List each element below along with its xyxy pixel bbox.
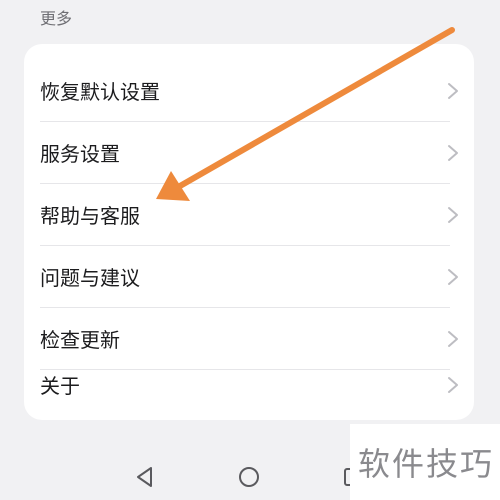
- chevron-right-icon: [448, 331, 458, 347]
- menu-item-label: 服务设置: [40, 142, 120, 166]
- chevron-right-icon: [448, 269, 458, 285]
- menu-item-label: 恢复默认设置: [40, 80, 160, 104]
- chevron-right-icon: [448, 145, 458, 161]
- more-settings-card: 恢复默认设置 服务设置 帮助与客服 问题与建议 检查更新 关于: [24, 44, 474, 420]
- back-icon[interactable]: [132, 464, 158, 490]
- chevron-right-icon: [448, 83, 458, 99]
- menu-item-label: 关于: [40, 374, 80, 398]
- menu-item-about[interactable]: 关于: [24, 354, 474, 416]
- chevron-right-icon: [448, 377, 458, 393]
- watermark: 软件技巧: [350, 424, 500, 500]
- chevron-right-icon: [448, 207, 458, 223]
- menu-item-label: 检查更新: [40, 328, 120, 352]
- menu-item-help-support[interactable]: 帮助与客服: [24, 184, 474, 246]
- section-title: 更多: [40, 9, 73, 28]
- menu-item-label: 帮助与客服: [40, 204, 140, 228]
- menu-item-service-settings[interactable]: 服务设置: [24, 122, 474, 184]
- home-icon[interactable]: [236, 464, 262, 490]
- watermark-text: 软件技巧: [358, 445, 495, 483]
- menu-item-feedback[interactable]: 问题与建议: [24, 246, 474, 308]
- menu-item-restore-defaults[interactable]: 恢复默认设置: [24, 60, 474, 122]
- menu-item-label: 问题与建议: [40, 266, 140, 290]
